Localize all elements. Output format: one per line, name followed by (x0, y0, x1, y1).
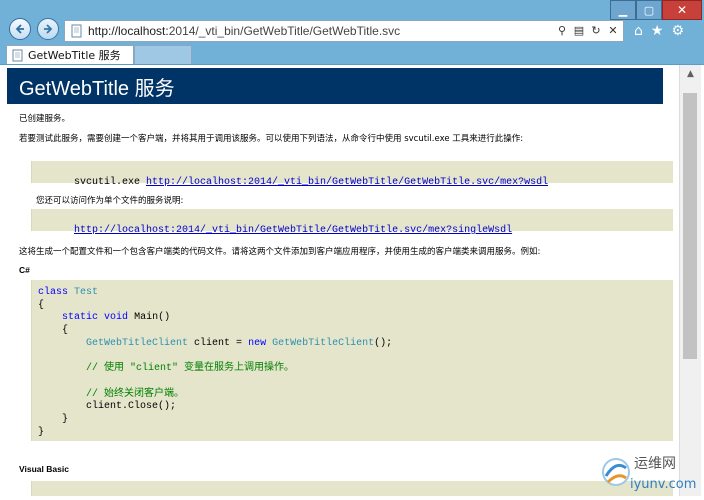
forward-icon (44, 24, 53, 34)
page-icon (12, 49, 23, 61)
scroll-thumb[interactable] (683, 93, 697, 359)
browser-tab[interactable]: GetWebTitle 服务 (6, 45, 134, 64)
single-file-text: 您还可以访问作为单个文件的服务说明: (36, 196, 184, 206)
home-icon[interactable]: ⌂ (634, 22, 643, 40)
close-button[interactable]: ✕ (662, 0, 702, 20)
url-host: http://localhost: (88, 24, 169, 38)
address-bar[interactable]: http://localhost:2014/_vti_bin/GetWebTit… (64, 20, 624, 42)
vertical-scrollbar[interactable]: ▲ (679, 65, 701, 496)
service-created-text: 已创建服务。 (19, 114, 71, 124)
close-icon: ✕ (676, 3, 688, 17)
page-content: GetWebTitle 服务 已创建服务。 若要测试此服务，需要创建一个客户端，… (0, 65, 679, 496)
tab-title: GetWebTitle 服务 (28, 49, 121, 62)
single-wsdl-code-box: http://localhost:2014/_vti_bin/GetWebTit… (31, 209, 673, 236)
new-tab-button[interactable] (134, 45, 192, 64)
wsdl-link[interactable]: http://localhost:2014/_vti_bin/GetWebTit… (146, 177, 548, 188)
single-wsdl-link[interactable]: http://localhost:2014/_vti_bin/GetWebTit… (74, 225, 512, 236)
svcutil-command: svcutil.exe (74, 177, 147, 188)
browser-toolbar: http://localhost:2014/_vti_bin/GetWebTit… (0, 0, 704, 65)
settings-gear-icon[interactable]: ⚙ (671, 22, 684, 40)
page-header: GetWebTitle 服务 (7, 68, 663, 104)
stop-icon[interactable]: ✕ (607, 24, 619, 38)
back-button[interactable] (9, 18, 31, 40)
favorites-star-icon[interactable]: ★ (651, 22, 664, 40)
maximize-button[interactable]: ▢ (636, 0, 662, 20)
watermark-brand: 运维网 (634, 456, 676, 472)
watermark-logo: 运维网 iyunv.com (598, 444, 702, 496)
csharp-heading: C# (19, 265, 30, 275)
page-icon (71, 24, 82, 38)
refresh-icon[interactable]: ↻ (590, 24, 602, 38)
test-instructions-text: 若要测试此服务，需要创建一个客户端，并将其用于调用该服务。可以使用下列语法，从命… (19, 134, 524, 144)
search-icon[interactable]: ⚲ (556, 24, 568, 38)
svcutil-code-box: svcutil.exe http://localhost:2014/_vti_b… (31, 161, 673, 188)
page-title: GetWebTitle 服务 (19, 77, 175, 100)
csharp-code-box: class Test { static void Main() { GetWeb… (31, 280, 673, 441)
vb-code-box (31, 481, 673, 496)
url-path: 2014/_vti_bin/GetWebTitle/GetWebTitle.sv… (168, 24, 401, 38)
watermark-domain: iyunv.com (630, 477, 696, 492)
csharp-code: class Test { static void Main() { GetWeb… (38, 287, 393, 438)
forward-button[interactable] (37, 18, 59, 40)
vb-heading: Visual Basic (19, 464, 69, 474)
minimize-icon: ▁ (618, 3, 628, 17)
url-text: http://localhost:2014/_vti_bin/GetWebTit… (88, 24, 400, 38)
back-icon (15, 24, 24, 34)
minimize-button[interactable]: ▁ (610, 0, 636, 20)
maximize-icon: ▢ (643, 3, 655, 17)
compatibility-icon[interactable]: ▤ (573, 24, 585, 38)
generate-instructions-text: 这将生成一个配置文件和一个包含客户端类的代码文件。请将这两个文件添加到客户端应用… (19, 247, 541, 257)
scroll-up-arrow-icon[interactable]: ▲ (680, 65, 701, 83)
